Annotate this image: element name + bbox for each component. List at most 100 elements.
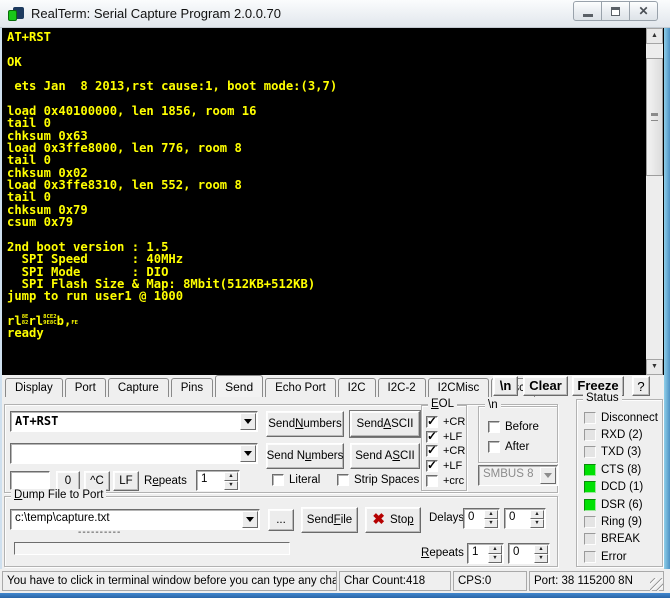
newline-group: \n Before After	[478, 399, 558, 463]
window-controls: ✕	[573, 1, 658, 21]
checkbox-box[interactable]	[488, 441, 500, 453]
scroll-down-arrow-icon[interactable]: ▼	[646, 359, 663, 375]
strip-spaces-checkbox[interactable]: Strip Spaces	[337, 474, 419, 486]
terminal-line: tail 0	[7, 190, 52, 205]
tab-i2cmisc[interactable]: I2CMisc	[427, 378, 490, 397]
window-frame-right	[664, 28, 670, 569]
send-ascii-button-2[interactable]: Send A S CII	[350, 443, 420, 469]
tab-send[interactable]: Send	[215, 375, 264, 397]
status-row-cts-8-: CTS (8)	[584, 461, 660, 478]
send-ascii-button-1[interactable]: Send A SCII	[350, 411, 420, 437]
eol-checkbox-lf-3[interactable]: +LF	[426, 458, 465, 474]
tab-i2c[interactable]: I2C	[337, 378, 376, 397]
tab-port[interactable]: Port	[64, 378, 106, 397]
status-led-label: Ring (9)	[601, 516, 642, 529]
combo-dropdown-icon[interactable]	[240, 445, 256, 462]
eol-checkbox-crc-4[interactable]: +crc	[426, 473, 465, 488]
status-row-rxd-2-: RXD (2)	[584, 426, 660, 443]
checkbox-box[interactable]	[426, 414, 438, 429]
tab-pins[interactable]: Pins	[170, 378, 214, 397]
checkbox-box[interactable]	[426, 443, 438, 458]
send-numbers-button-1[interactable]: Send Numbers	[266, 411, 344, 437]
delay-spinner-1[interactable]: 0 ▲ ▼	[463, 508, 500, 529]
dump-file-path: c:\temp\capture.txt	[15, 512, 110, 524]
checkbox-box[interactable]	[426, 474, 438, 487]
after-label: After	[505, 441, 530, 453]
status-row-error: Error	[584, 548, 660, 565]
tab-strip: Display Port Capture Pins Send Echo Port I2C I2…	[5, 375, 537, 397]
checkbox-box[interactable]	[337, 474, 349, 486]
checkbox-box[interactable]	[426, 458, 438, 473]
delay-value-1: 0	[468, 511, 475, 523]
send-zero-button[interactable]: 0	[56, 471, 80, 491]
clear-button[interactable]: Clear	[523, 376, 568, 396]
eol-checkbox-cr-2[interactable]: +CR	[426, 443, 465, 459]
control-char-glyph: 8C 9E	[43, 314, 50, 327]
send-ctrl-c-button[interactable]: ^C	[84, 471, 110, 491]
combo-dropdown-icon	[540, 467, 556, 484]
checkbox-box[interactable]	[426, 429, 438, 443]
realterm-app-icon	[8, 6, 24, 22]
spinner-arrows-icon[interactable]: ▲ ▼	[488, 545, 502, 563]
combo-dropdown-icon[interactable]	[240, 413, 256, 430]
spinner-arrows-icon[interactable]: ▲ ▼	[534, 545, 548, 563]
scroll-up-arrow-icon[interactable]: ▲	[646, 28, 663, 44]
status-bar: You have to click in terminal window bef…	[2, 569, 664, 593]
stop-button[interactable]: ✖ Stop	[365, 507, 421, 533]
tab-i2c-2[interactable]: I2C-2	[377, 378, 426, 397]
terminal-line: csum 0x79	[7, 215, 74, 230]
terminal-line: tail 0	[7, 116, 52, 131]
send-numbers-button-2[interactable]: Send Nu mbers	[266, 443, 344, 469]
terminal-scrollbar[interactable]: ▲ ▼	[646, 28, 663, 375]
char-field[interactable]	[10, 471, 50, 490]
spinner-arrows-icon[interactable]: ▲ ▼	[484, 510, 498, 528]
combo-dropdown-icon[interactable]	[242, 511, 258, 528]
status-led-label: CTS (8)	[601, 463, 642, 476]
status-led-label: BREAK	[601, 533, 640, 546]
dump-progress-bar	[14, 542, 290, 555]
scrollbar-thumb[interactable]	[646, 58, 663, 176]
browse-file-button[interactable]: ...	[268, 509, 294, 531]
dump-repeats-spinner-1[interactable]: 1 ▲ ▼	[467, 543, 504, 564]
terminal-line: tail 0	[7, 153, 52, 168]
dump-file-combo[interactable]: c:\temp\capture.txt	[10, 509, 260, 530]
delay-spinner-2[interactable]: 0 ▲ ▼	[504, 508, 546, 529]
spinner-arrows-icon[interactable]: ▲ ▼	[530, 510, 544, 528]
tab-echo-port[interactable]: Echo Port	[265, 378, 336, 397]
resize-grip[interactable]	[650, 578, 663, 591]
send-file-button[interactable]: Send File	[301, 507, 358, 533]
checkbox-box[interactable]	[488, 421, 500, 433]
status-row-disconnect: Disconnect	[584, 409, 660, 426]
send-lf-button[interactable]: LF	[113, 471, 139, 491]
status-led-icon	[584, 411, 596, 424]
send-string-combo-2[interactable]	[10, 443, 258, 464]
before-checkbox[interactable]: Before	[488, 421, 539, 433]
status-led-label: DSR (6)	[601, 498, 643, 511]
newline-button[interactable]: \n	[493, 376, 518, 396]
terminal-line: load 0x40100000, len 1856, room 16	[7, 104, 257, 119]
statusbar-cps: CPS:0	[453, 571, 527, 591]
status-led-label: Error	[601, 550, 627, 563]
repeats-spinner[interactable]: 1 ▲ ▼	[196, 470, 240, 491]
status-row-dsr-6-: DSR (6)	[584, 496, 660, 513]
dump-repeats-spinner-2[interactable]: 0 ▲ ▼	[508, 543, 550, 564]
status-led-icon	[584, 446, 596, 459]
minimize-button[interactable]	[573, 1, 602, 21]
eol-checkbox-lf-1[interactable]: +LF	[426, 429, 465, 445]
tab-capture[interactable]: Capture	[107, 378, 169, 397]
window-frame-left	[0, 28, 2, 569]
after-checkbox[interactable]: After	[488, 441, 529, 453]
eol-checkbox-cr-0[interactable]: +CR	[426, 414, 465, 430]
close-button[interactable]: ✕	[629, 1, 658, 21]
help-button[interactable]: ?	[632, 376, 650, 396]
tab-display[interactable]: Display	[5, 378, 63, 397]
maximize-button[interactable]	[601, 1, 630, 21]
before-label: Before	[505, 421, 539, 433]
literal-checkbox[interactable]: Literal	[272, 474, 320, 486]
terminal-output[interactable]: AT+RST OK ets Jan 8 2013,rst cause:1, boo…	[2, 28, 664, 375]
send-string-combo-1[interactable]: AT+RST	[10, 411, 258, 432]
newline-group-label: \n	[485, 399, 501, 411]
minimize-icon	[582, 14, 593, 17]
spinner-arrows-icon[interactable]: ▲ ▼	[224, 472, 238, 490]
checkbox-box[interactable]	[272, 474, 284, 486]
